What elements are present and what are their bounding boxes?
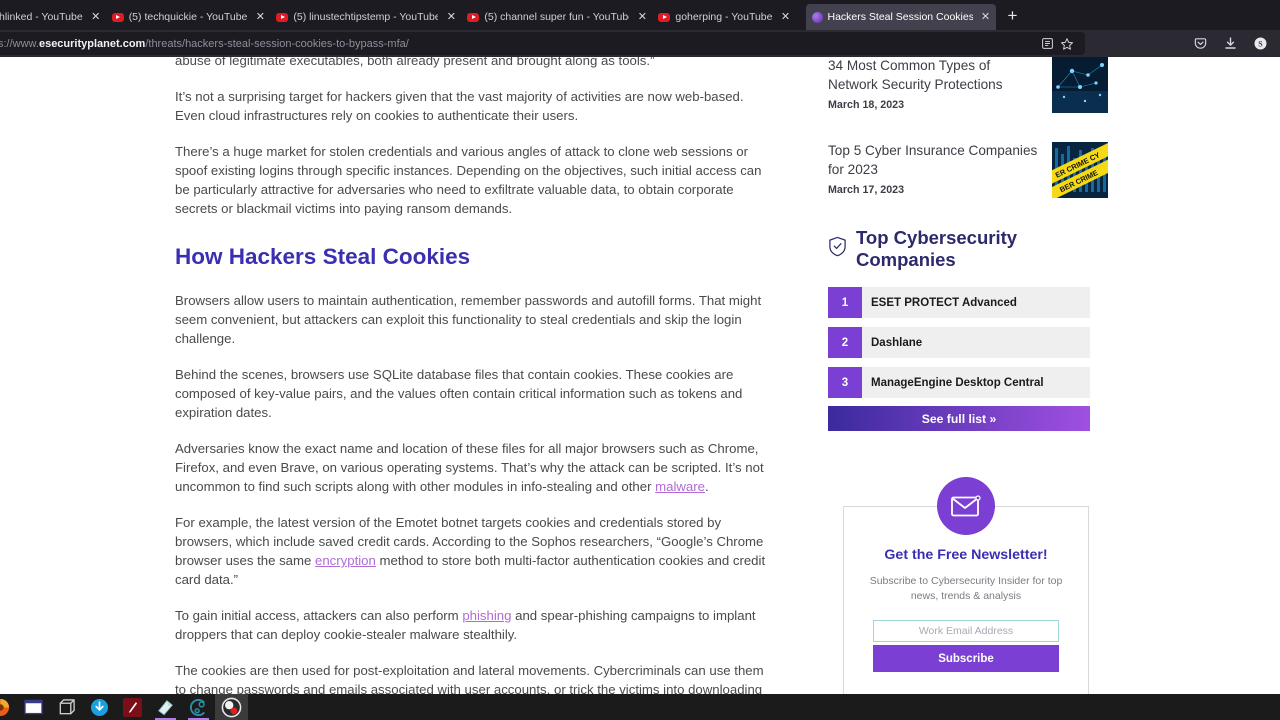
tab-close-button[interactable]: ✕ xyxy=(978,9,994,25)
browser-tab-4[interactable]: goherping - YouTube ✕ xyxy=(652,4,795,30)
tab-strip: techlinked - YouTube ✕ (5) techquickie -… xyxy=(0,0,1280,30)
browser-tab-3[interactable]: (5) channel super fun - YouTube ✕ xyxy=(461,4,652,30)
subscribe-button[interactable]: Subscribe xyxy=(873,645,1059,672)
related-post-date: March 17, 2023 xyxy=(828,184,905,196)
url-text: s://www.esecurityplanet.com/threats/hack… xyxy=(0,38,1037,50)
article-column: abuse of legitimate executables, both al… xyxy=(175,57,775,694)
phishing-link[interactable]: phishing xyxy=(462,608,511,623)
cyber-crime-tape-thumbnail[interactable]: ER CRIME CY BER CRIME xyxy=(1052,142,1108,198)
taskbar xyxy=(0,694,1280,720)
tab-close-button[interactable]: ✕ xyxy=(778,9,794,25)
url-prefix: s://www. xyxy=(0,37,39,50)
paragraph-text: The cookies are then used for post-explo… xyxy=(175,663,764,694)
obs-studio-icon[interactable] xyxy=(215,694,248,720)
related-post-title[interactable]: Top 5 Cyber Insurance Companies for 2023 xyxy=(828,142,1042,179)
browser-tab-2[interactable]: (5) linustechtipstemp - YouTube ✕ xyxy=(270,4,461,30)
browser-tab-0[interactable]: techlinked - YouTube ✕ xyxy=(0,4,106,30)
article-paragraph-clipped: abuse of legitimate executables, both al… xyxy=(175,57,655,68)
downloads-icon[interactable] xyxy=(1218,31,1242,55)
toolbar-right-icons: S xyxy=(1188,31,1272,55)
updater-icon[interactable] xyxy=(83,694,116,720)
paragraph-text: To gain initial access, attackers can al… xyxy=(175,608,463,623)
notes-icon[interactable] xyxy=(149,694,182,720)
tab-close-button[interactable]: ✕ xyxy=(634,9,650,25)
address-bar[interactable]: s://www.esecurityplanet.com/threats/hack… xyxy=(0,32,1085,55)
see-full-list-button[interactable]: See full list » xyxy=(828,406,1090,431)
youtube-icon xyxy=(111,12,124,22)
browser-tab-5-active[interactable]: Hackers Steal Session Cookies t ✕ xyxy=(805,4,996,30)
top-companies-title: Top Cybersecurity Companies xyxy=(856,227,1018,270)
malware-link[interactable]: malware xyxy=(655,479,705,494)
top-companies-list: 1 ESET PROTECT Advanced 2 Dashlane 3 Man… xyxy=(828,287,1090,431)
article-paragraph: To gain initial access, attackers can al… xyxy=(175,606,775,644)
file-manager-icon[interactable] xyxy=(17,694,50,720)
rank-row-2[interactable]: 2 Dashlane xyxy=(828,327,1090,358)
rank-company-name[interactable]: ESET PROTECT Advanced xyxy=(862,287,1017,318)
browser-chrome: techlinked - YouTube ✕ (5) techquickie -… xyxy=(0,0,1280,57)
related-post-date: March 18, 2023 xyxy=(828,99,905,111)
section-heading: How Hackers Steal Cookies xyxy=(175,244,471,269)
esecurityplanet-icon xyxy=(811,11,823,23)
shield-icon xyxy=(828,236,847,262)
related-post-1[interactable]: Top 5 Cyber Insurance Companies for 2023… xyxy=(828,142,1108,206)
youtube-icon xyxy=(467,12,480,22)
tab-close-button[interactable]: ✕ xyxy=(252,9,268,25)
article-paragraph: The cookies are then used for post-explo… xyxy=(175,661,775,694)
url-path: /threats/hackers-steal-session-cookies-t… xyxy=(145,37,409,50)
rank-number: 1 xyxy=(828,287,862,318)
related-post-0[interactable]: 34 Most Common Types of Network Security… xyxy=(828,57,1108,121)
steam-icon[interactable] xyxy=(182,694,215,720)
rank-number: 2 xyxy=(828,327,862,358)
rank-company-name[interactable]: Dashlane xyxy=(862,327,922,358)
top-companies-header: Top Cybersecurity Companies xyxy=(828,227,1108,271)
article-paragraph: For example, the latest version of the E… xyxy=(175,513,775,589)
tab-title: (5) techquickie - YouTube xyxy=(128,11,248,23)
tab-title: techlinked - YouTube xyxy=(0,11,83,23)
related-post-title[interactable]: 34 Most Common Types of Network Security… xyxy=(828,57,1042,94)
tab-title: (5) channel super fun - YouTube xyxy=(484,11,630,23)
tab-title: (5) linustechtipstemp - YouTube xyxy=(293,11,439,23)
article-paragraph: Behind the scenes, browsers use SQLite d… xyxy=(175,367,743,420)
url-domain: esecurityplanet.com xyxy=(38,37,146,50)
tab-close-button[interactable]: ✕ xyxy=(88,9,104,25)
screen-root: techlinked - YouTube ✕ (5) techquickie -… xyxy=(0,0,1280,720)
paragraph-text: . xyxy=(704,479,709,494)
related-post-text: Top 5 Cyber Insurance Companies for 2023… xyxy=(828,142,1042,196)
article-paragraph: It’s not a surprising target for hackers… xyxy=(175,89,744,123)
newsletter-title: Get the Free Newsletter! xyxy=(884,547,1048,563)
new-tab-button[interactable]: + xyxy=(1000,4,1026,30)
editor-icon[interactable] xyxy=(116,694,149,720)
svg-text:S: S xyxy=(1258,39,1263,48)
network-nodes-thumbnail[interactable] xyxy=(1052,57,1108,113)
browser-tab-1[interactable]: (5) techquickie - YouTube ✕ xyxy=(106,4,271,30)
newsletter-card: Get the Free Newsletter! Subscribe to Cy… xyxy=(843,477,1089,694)
virtualbox-icon[interactable] xyxy=(50,694,83,720)
rank-row-1[interactable]: 1 ESET PROTECT Advanced xyxy=(828,287,1090,318)
article-paragraph: Adversaries know the exact name and loca… xyxy=(175,439,775,496)
rank-company-name[interactable]: ManageEngine Desktop Central xyxy=(862,367,1044,398)
start-orb-icon[interactable] xyxy=(0,694,17,720)
bookmark-star-icon[interactable] xyxy=(1057,34,1077,54)
rank-number: 3 xyxy=(828,367,862,398)
sidebar: 34 Most Common Types of Network Security… xyxy=(828,57,1108,431)
tab-title: goherping - YouTube xyxy=(675,11,773,23)
newsletter-subtitle: Subscribe to Cybersecurity Insider for t… xyxy=(869,575,1063,602)
article-paragraph: Browsers allow users to maintain authent… xyxy=(175,293,762,346)
envelope-icon xyxy=(937,477,995,535)
tab-title: Hackers Steal Session Cookies t xyxy=(827,11,973,23)
account-icon[interactable]: S xyxy=(1248,31,1272,55)
rank-row-3[interactable]: 3 ManageEngine Desktop Central xyxy=(828,367,1090,398)
article-paragraph: There’s a huge market for stolen credent… xyxy=(175,144,762,216)
email-field[interactable] xyxy=(873,620,1059,642)
tab-close-button[interactable]: ✕ xyxy=(443,9,459,25)
youtube-icon xyxy=(276,12,289,22)
related-post-text: 34 Most Common Types of Network Security… xyxy=(828,57,1042,111)
page-viewport: abuse of legitimate executables, both al… xyxy=(0,57,1280,694)
encryption-link[interactable]: encryption xyxy=(315,553,376,568)
reader-view-icon[interactable] xyxy=(1037,34,1057,54)
youtube-icon xyxy=(658,12,671,22)
navigation-toolbar: s://www.esecurityplanet.com/threats/hack… xyxy=(0,30,1280,57)
pocket-icon[interactable] xyxy=(1188,31,1212,55)
